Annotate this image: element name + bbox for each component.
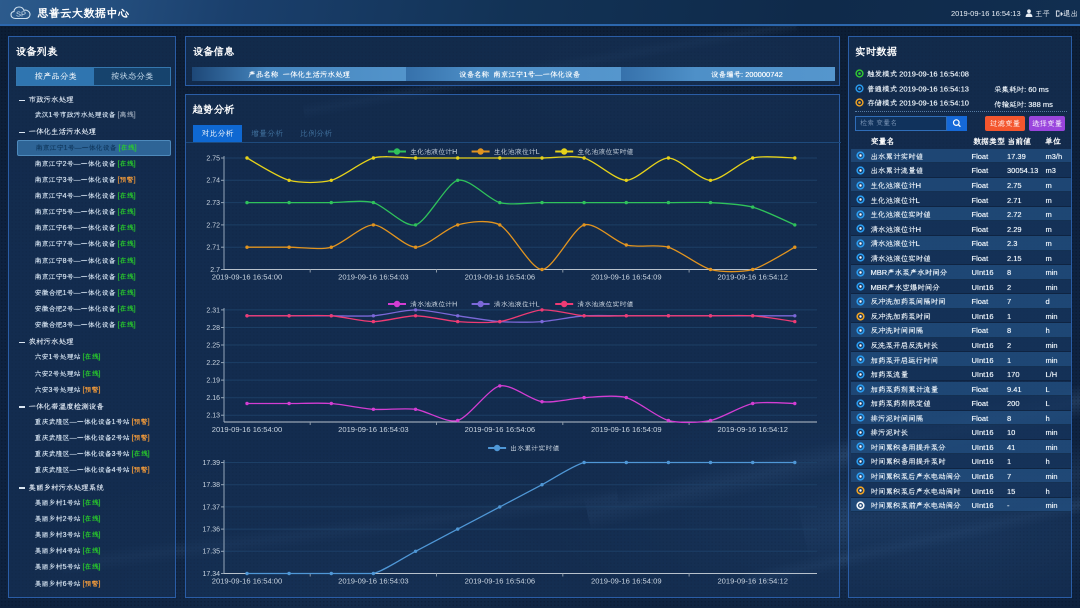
svg-text:清水池液位计L: 清水池液位计L <box>494 301 540 309</box>
svg-text:2.74: 2.74 <box>206 178 220 185</box>
svg-text:2019-09-16 16:54:09: 2019-09-16 16:54:09 <box>591 577 662 586</box>
svg-text:生化池液位计L: 生化池液位计L <box>494 148 540 156</box>
svg-text:2019-09-16 16:54:06: 2019-09-16 16:54:06 <box>465 425 536 434</box>
svg-text:清水池液位计H: 清水池液位计H <box>410 301 457 309</box>
svg-text:2019-09-16 16:54:03: 2019-09-16 16:54:03 <box>338 577 409 586</box>
svg-text:2.25: 2.25 <box>206 342 220 349</box>
svg-text:17.37: 17.37 <box>202 504 220 511</box>
svg-text:2.13: 2.13 <box>206 413 220 420</box>
svg-text:2019-09-16 16:54:06: 2019-09-16 16:54:06 <box>465 273 536 282</box>
svg-text:17.38: 17.38 <box>202 482 220 489</box>
svg-text:2.71: 2.71 <box>206 245 220 252</box>
svg-text:2.19: 2.19 <box>206 378 220 385</box>
svg-text:17.36: 17.36 <box>202 527 220 534</box>
svg-text:2.75: 2.75 <box>206 155 220 162</box>
svg-text:2019-09-16 16:54:03: 2019-09-16 16:54:03 <box>338 425 409 434</box>
svg-text:2019-09-16 16:54:09: 2019-09-16 16:54:09 <box>591 273 662 282</box>
svg-text:2019-09-16 16:54:12: 2019-09-16 16:54:12 <box>717 577 788 586</box>
svg-text:2019-09-16 16:54:00: 2019-09-16 16:54:00 <box>212 273 283 282</box>
svg-text:2019-09-16 16:54:12: 2019-09-16 16:54:12 <box>717 425 788 434</box>
svg-text:2.73: 2.73 <box>206 200 220 207</box>
svg-text:2019-09-16 16:54:09: 2019-09-16 16:54:09 <box>591 425 662 434</box>
svg-text:2019-09-16 16:54:03: 2019-09-16 16:54:03 <box>338 273 409 282</box>
svg-text:2.31: 2.31 <box>206 307 220 314</box>
svg-text:17.39: 17.39 <box>202 460 220 467</box>
svg-text:生化池液位实时值: 生化池液位实时值 <box>577 148 633 156</box>
svg-text:出水累计实时值: 出水累计实时值 <box>510 445 559 453</box>
svg-text:生化池液位计H: 生化池液位计H <box>410 148 457 156</box>
svg-text:17.35: 17.35 <box>202 549 220 556</box>
svg-text:2.28: 2.28 <box>206 325 220 332</box>
svg-text:2019-09-16 16:54:00: 2019-09-16 16:54:00 <box>212 577 283 586</box>
svg-text:清水池液位实时值: 清水池液位实时值 <box>577 301 633 309</box>
svg-text:2019-09-16 16:54:00: 2019-09-16 16:54:00 <box>212 425 283 434</box>
svg-text:2019-09-16 16:54:12: 2019-09-16 16:54:12 <box>717 273 788 282</box>
svg-text:2.72: 2.72 <box>206 222 220 229</box>
svg-text:2.22: 2.22 <box>206 360 220 367</box>
svg-text:2019-09-16 16:54:06: 2019-09-16 16:54:06 <box>465 577 536 586</box>
svg-text:2.16: 2.16 <box>206 395 220 402</box>
